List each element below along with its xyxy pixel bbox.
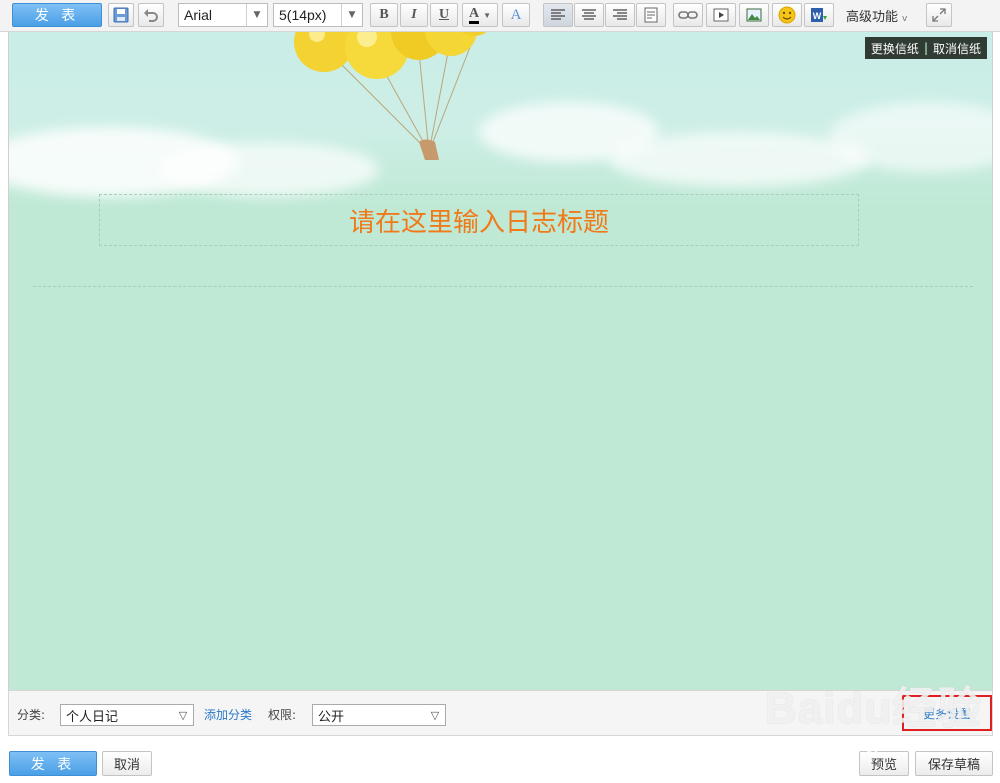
align-left-icon [551,9,565,20]
title-placeholder: 请在这里输入日志标题 [348,207,609,238]
format-icon [644,7,658,23]
align-center-button[interactable] [574,3,604,27]
format-button[interactable] [636,3,666,27]
underline-button[interactable]: U [430,3,458,27]
save-icon [113,7,129,23]
emoji-button[interactable] [772,3,802,27]
chevron-down-icon: v [902,14,908,24]
balloons-illustration [294,32,487,160]
permission-value: 公开 [318,709,345,725]
title-divider [33,286,973,287]
link-button[interactable] [673,3,703,27]
editor-toolbar: 发 表 Arial ▼ 5(14px) ▼ B I U A ▼ A W 高级功能… [0,0,1000,32]
font-size-select[interactable]: 5(14px) ▼ [273,3,363,27]
cancel-stationery-link[interactable]: 取消信纸 [933,40,981,57]
preview-button[interactable]: 预览 [859,751,909,776]
emoji-icon [778,6,796,24]
more-settings-link[interactable]: 更多设置 [902,695,992,731]
fullscreen-button[interactable] [926,3,952,27]
title-input[interactable]: 请在这里输入日志标题 [99,194,859,246]
undo-button[interactable] [138,3,164,27]
stationery-background [9,32,992,207]
highlight-icon: A [510,6,522,23]
permission-select[interactable]: 公开 ▽ [312,704,446,726]
image-icon [746,8,762,22]
font-family-value: Arial [184,7,213,23]
align-left-button[interactable] [543,3,573,27]
image-button[interactable] [739,3,769,27]
advanced-features-label: 高级功能 [846,10,899,25]
more-settings-label: 更多设置 [922,706,971,721]
undo-icon [144,9,158,22]
separator: | [923,41,928,55]
advanced-features-menu[interactable]: 高级功能 v [846,6,907,25]
highlight-button[interactable]: A [502,3,530,27]
category-select[interactable]: 个人日记 ▽ [60,704,194,726]
category-value: 个人日记 [66,709,119,725]
italic-button[interactable]: I [400,3,428,27]
video-icon [713,8,729,22]
save-draft-button[interactable]: 保存草稿 [915,751,993,776]
category-label: 分类: [17,708,46,722]
font-size-value: 5(14px) [279,7,327,23]
word-import-icon: W [811,8,827,22]
chevron-down-icon: ▼ [246,4,267,26]
font-color-button[interactable]: A ▼ [462,3,498,27]
chevron-down-icon: ▼ [341,4,362,26]
fullscreen-icon [932,8,946,22]
chevron-down-icon: ▼ [483,10,492,20]
cancel-button[interactable]: 取消 [102,751,152,776]
svg-text:W: W [813,11,822,21]
chevron-down-icon: ▽ [178,708,188,722]
chevron-down-icon: ▽ [430,708,440,722]
add-category-link[interactable]: 添加分类 [204,706,252,723]
bold-button[interactable]: B [370,3,398,27]
align-center-icon [582,9,596,20]
save-button[interactable] [108,3,134,27]
word-import-button[interactable]: W [804,3,834,27]
editor-area[interactable]: 更换信纸 | 取消信纸 请在这里输入日志标题 [8,32,993,690]
font-family-select[interactable]: Arial ▼ [178,3,268,27]
publish-button-top[interactable]: 发 表 [12,3,102,27]
post-settings-bar: 分类: 个人日记 ▽ 添加分类 权限: 公开 ▽ 更多设置 [8,690,993,736]
permission-label: 权限: [268,708,297,722]
publish-button[interactable]: 发 表 [9,751,97,776]
change-stationery-link[interactable]: 更换信纸 [871,40,919,57]
link-icon [678,11,698,19]
align-right-button[interactable] [605,3,635,27]
align-right-icon [613,9,627,20]
stationery-controls: 更换信纸 | 取消信纸 [864,37,987,59]
font-color-icon: A [468,6,480,24]
video-button[interactable] [706,3,736,27]
